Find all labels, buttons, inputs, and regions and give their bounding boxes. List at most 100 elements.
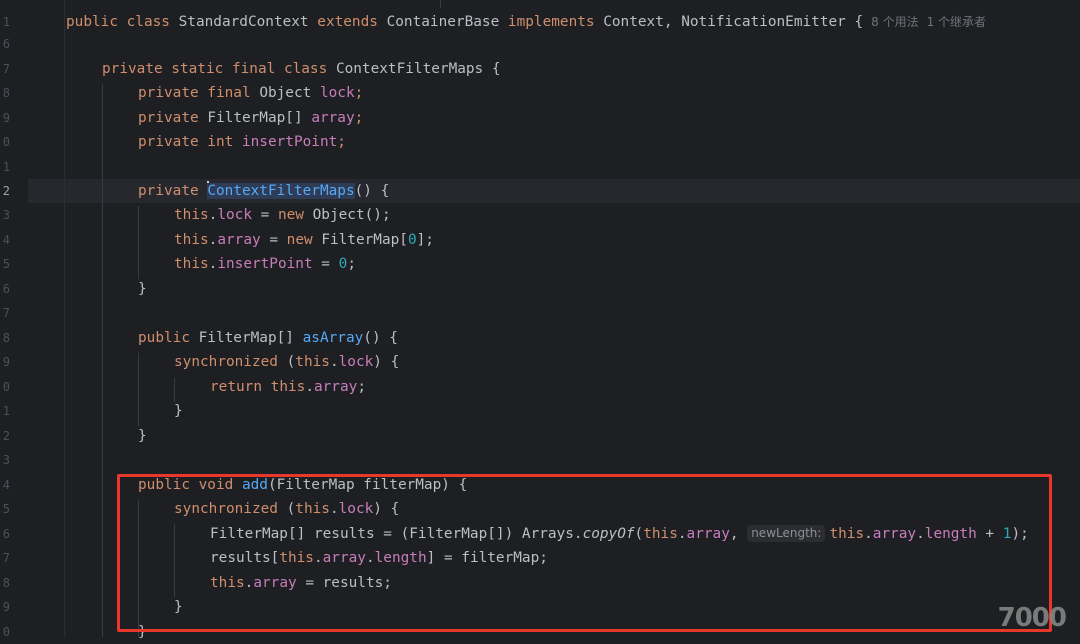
keyword: synchronized: [174, 354, 278, 370]
closing-brace: }: [138, 428, 147, 444]
line-number[interactable]: 6: [0, 32, 10, 57]
code-line[interactable]: return this.array;: [210, 375, 366, 400]
closing-brace: }: [138, 281, 147, 297]
keyword: this: [174, 232, 209, 248]
field-name: insertPoint: [217, 256, 312, 272]
line-number[interactable]: 5: [0, 497, 10, 522]
code-line[interactable]: synchronized (this.lock) {: [174, 350, 399, 375]
line-number[interactable]: 2: [0, 179, 10, 204]
line-number[interactable]: 7: [0, 546, 10, 571]
punctuation: ;: [355, 85, 364, 101]
type-name: Object: [259, 85, 311, 101]
line-number[interactable]: 8: [0, 571, 10, 596]
line-number[interactable]: 0: [0, 130, 10, 155]
line-number[interactable]: 0: [0, 375, 10, 400]
line-number[interactable]: 8: [0, 326, 10, 351]
code-text: Context, NotificationEmitter {: [603, 14, 863, 30]
keyword: public: [138, 330, 190, 346]
line-number[interactable]: 9: [0, 350, 10, 375]
code-text: =: [313, 256, 339, 272]
keyword: implements: [508, 14, 595, 30]
keyword: this: [295, 354, 330, 370]
line-number[interactable]: 9: [0, 595, 10, 620]
indent-guide: [102, 84, 103, 637]
line-number[interactable]: 3: [0, 203, 10, 228]
line-number[interactable]: 2: [0, 424, 10, 449]
code-text: (: [278, 354, 295, 370]
code-text: Object();: [304, 207, 391, 223]
line-number[interactable]: 6: [0, 522, 10, 547]
line-number[interactable]: 6: [0, 277, 10, 302]
punctuation: ;: [337, 134, 346, 150]
code-line-active[interactable]: private ContextFilterMaps() {: [138, 179, 389, 204]
line-number[interactable]: 8: [0, 81, 10, 106]
keyword: this: [174, 256, 209, 272]
code-line[interactable]: this.lock = new Object();: [174, 203, 391, 228]
line-number[interactable]: 7: [0, 57, 10, 82]
class-name: StandardContext: [179, 14, 309, 30]
keyword: private: [138, 110, 199, 126]
code-text: =: [261, 232, 287, 248]
field-name: array: [311, 110, 354, 126]
code-line[interactable]: private static final class ContextFilter…: [102, 57, 501, 82]
code-line[interactable]: private int insertPoint;: [138, 130, 346, 155]
keyword: new: [278, 207, 304, 223]
keyword: return: [210, 379, 262, 395]
code-line[interactable]: this.insertPoint = 0;: [174, 252, 356, 277]
keyword: private final: [138, 85, 251, 101]
number-literal: 0: [408, 232, 417, 248]
punctuation: ;: [355, 110, 364, 126]
gutter-border: [64, 0, 65, 637]
closing-brace: }: [174, 403, 183, 419]
code-text: FilterMap[: [313, 232, 408, 248]
field-name: lock: [339, 354, 374, 370]
line-number[interactable]: 9: [0, 106, 10, 131]
code-line[interactable]: private FilterMap[] array;: [138, 106, 363, 131]
field-name: lock: [217, 207, 252, 223]
code-text: ) {: [373, 354, 399, 370]
highlight-annotation-box: [117, 474, 1052, 632]
line-number[interactable]: 1: [0, 10, 10, 35]
code-line[interactable]: private final Object lock;: [138, 81, 363, 106]
line-number[interactable]: 0: [0, 620, 10, 644]
type-name: FilterMap[]: [207, 110, 302, 126]
keyword: extends: [317, 14, 378, 30]
code-text: () {: [363, 330, 398, 346]
field-name: array: [217, 232, 260, 248]
code-line[interactable]: }: [138, 277, 147, 302]
field-name: lock: [320, 85, 355, 101]
line-number[interactable]: 1: [0, 155, 10, 180]
line-number[interactable]: 4: [0, 473, 10, 498]
code-line[interactable]: }: [174, 399, 183, 424]
usages-hint[interactable]: 8 个用法: [871, 15, 918, 29]
top-divider: [440, 0, 441, 8]
class-name: ContextFilterMaps {: [336, 61, 501, 77]
method-name: asArray: [303, 330, 364, 346]
line-number[interactable]: 5: [0, 252, 10, 277]
keyword: private: [138, 183, 199, 199]
constructor-name: ContextFilterMaps: [207, 183, 354, 199]
code-text: FilterMap[]: [190, 330, 303, 346]
number-literal: 0: [339, 256, 348, 272]
line-number[interactable]: 3: [0, 448, 10, 473]
indent-guide: [138, 353, 139, 426]
code-editor[interactable]: 16789012345678901234567890 public class …: [0, 0, 1080, 637]
line-number[interactable]: 4: [0, 228, 10, 253]
inheritors-hint[interactable]: 1 个继承者: [927, 15, 986, 29]
code-text: () {: [355, 183, 390, 199]
keyword: this: [174, 207, 209, 223]
keyword: private static final class: [102, 61, 327, 77]
keyword: private int: [138, 134, 233, 150]
keyword: public class: [66, 14, 170, 30]
line-number[interactable]: 7: [0, 301, 10, 326]
code-line[interactable]: this.array = new FilterMap[0];: [174, 228, 434, 253]
code-text: ;: [357, 379, 366, 395]
code-line[interactable]: public FilterMap[] asArray() {: [138, 326, 398, 351]
code-line[interactable]: }: [138, 424, 147, 449]
field-name: array: [314, 379, 357, 395]
line-number[interactable]: 1: [0, 399, 10, 424]
keyword: this: [271, 379, 306, 395]
keyword: new: [287, 232, 313, 248]
field-name: insertPoint: [242, 134, 337, 150]
code-line[interactable]: public class StandardContext extends Con…: [66, 10, 986, 35]
